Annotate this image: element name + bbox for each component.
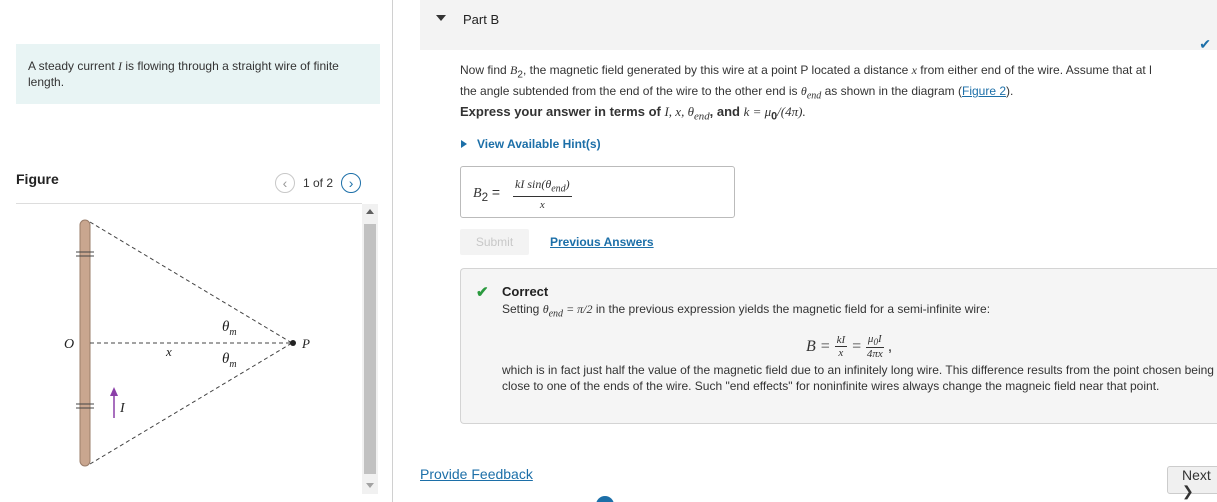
dashed-line-top [89,221,293,344]
point-p [290,340,296,346]
current-arrowhead [110,387,118,396]
submit-button[interactable]: Submit [460,229,529,255]
theta-m-top-label: θm [222,319,237,338]
figure-2-link[interactable]: Figure 2 [962,84,1006,98]
chevron-left-icon: ‹ [282,175,288,191]
check-icon: ✔ [1199,36,1211,52]
chevron-right-icon: › [348,175,354,191]
point-p-label: P [301,336,310,351]
figure-heading: Figure [16,171,59,187]
feedback-status: Correct [502,284,549,299]
problem-intro: A steady current I is flowing through a … [16,44,380,104]
part-header[interactable]: Part B ✔ [420,0,1217,52]
feedback-formula: B = kI x = μ0I 4πx , [806,333,893,361]
collapse-caret-icon[interactable] [436,15,446,21]
part-title: Part B [463,12,500,27]
help-bubble-icon[interactable] [596,496,614,502]
theta-m-bottom-label: θm [222,351,237,370]
next-button[interactable]: Next ❯ [1167,466,1217,499]
scrollbar-thumb[interactable] [364,224,376,474]
current-label: I [119,401,126,416]
check-icon: ✔ [476,284,489,301]
divider [16,203,362,204]
answer-input[interactable]: B2 = kI sin(θend) x [460,166,735,218]
pager-count: 1 of 2 [303,176,334,190]
figure-diagram: O x θm θm P I [64,219,310,467]
origin-label: O [64,337,74,352]
prev-figure-button[interactable]: ‹ [275,173,295,193]
provide-feedback-link[interactable]: Provide Feedback [420,466,533,482]
feedback-text-2: which is in fact just half the value of … [502,363,1214,393]
view-hints-link[interactable]: View Available Hint(s) [460,137,601,151]
next-figure-button[interactable]: › [341,173,362,193]
answer-instruction: Express your answer in terms of I, x, θe… [460,104,806,123]
previous-answers-link[interactable]: Previous Answers [550,235,654,249]
x-label: x [165,344,172,359]
feedback-panel: ✔ Correct Setting θend = π/2 in the prev… [460,268,1217,424]
answer-lhs: B2 = [473,184,501,204]
feedback-text-1: Setting θend = π/2 in the previous expre… [502,302,991,320]
wire [79,219,91,467]
scroll-down-icon[interactable] [366,483,374,488]
question-text: Now find B2, the magnetic field generate… [460,63,1152,102]
figure-pager: ‹ 1 of 2 › [275,173,380,193]
figure-scrollbar[interactable] [362,204,378,494]
scroll-up-icon[interactable] [366,209,374,214]
caret-right-icon [461,140,467,148]
column-divider [392,0,393,502]
answer-fraction: kI sin(θend) x [513,177,572,212]
